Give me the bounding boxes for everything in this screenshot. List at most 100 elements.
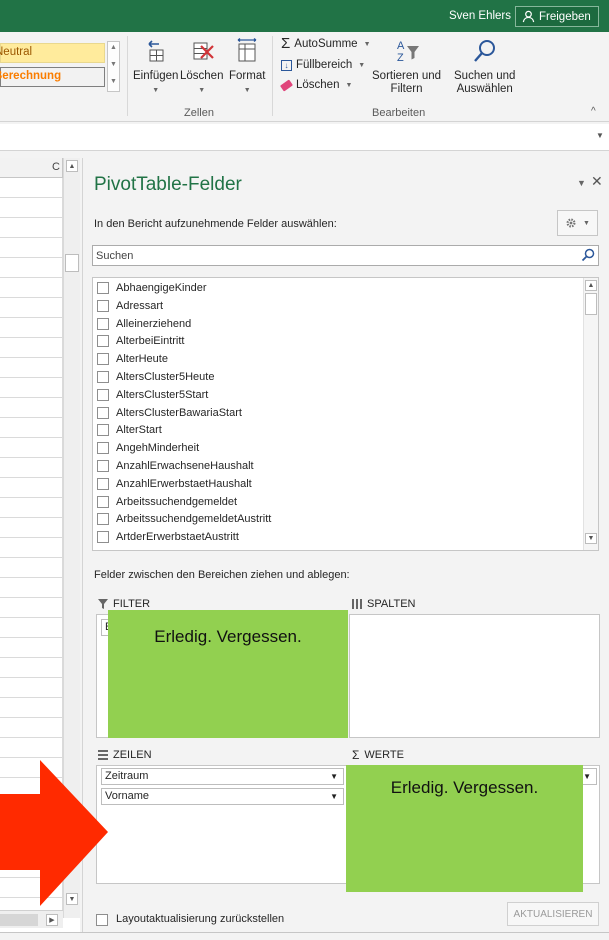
field-list-item[interactable]: AlterHeute <box>97 350 168 368</box>
cell-style-calculation[interactable]: Berechnung <box>0 67 105 87</box>
field-search-box[interactable] <box>92 245 599 266</box>
field-checkbox[interactable] <box>97 353 109 366</box>
rows-area-label: ZEILEN <box>113 749 152 761</box>
field-checkbox[interactable] <box>97 282 109 294</box>
insert-cells-button[interactable]: Einfügen ▼ <box>133 38 178 94</box>
field-list-item[interactable]: AnzahlErwachseneHaushalt <box>97 457 254 475</box>
sort-filter-button[interactable]: AZ Sortieren und Filtern <box>372 38 441 95</box>
delete-cells-button[interactable]: Löschen ▼ <box>180 38 223 94</box>
more-icon[interactable]: ▼ <box>110 78 117 85</box>
field-list-item[interactable]: AlterbeiEintritt <box>97 332 184 350</box>
field-label: AlterHeute <box>116 353 168 366</box>
field-checkbox[interactable] <box>97 442 109 455</box>
close-icon[interactable]: ✕ <box>591 173 603 190</box>
values-area-label: WERTE <box>364 749 404 761</box>
format-cells-label: Format <box>229 70 266 82</box>
field-checkbox[interactable] <box>97 460 109 472</box>
field-list-item[interactable]: AnzahlErwerbstaetHaushalt <box>97 475 252 493</box>
chevron-down-icon[interactable]: ▼ <box>577 178 586 188</box>
chevron-up-icon[interactable]: ▲ <box>110 44 117 51</box>
user-name[interactable]: Sven Ehlers <box>449 10 511 22</box>
field-list-item[interactable]: AltersClusterBawariaStart <box>97 404 242 422</box>
delete-cells-icon <box>193 42 214 60</box>
field-label: AnzahlErwachseneHaushalt <box>116 460 254 472</box>
format-cells-button[interactable]: Format ▼ <box>229 38 265 94</box>
field-list-item[interactable]: ArtderErwerbstaetAustritt <box>97 528 239 546</box>
rows-drop-area[interactable]: Zeitraum ▼ Vorname ▼ <box>96 765 347 884</box>
field-list-item[interactable]: ArbeitssuchendgemeldetAustritt <box>97 510 271 528</box>
tools-button[interactable]: ▼ <box>557 210 598 236</box>
cell-styles-scroller[interactable]: ▲ ▼ ▼ <box>107 41 120 92</box>
autosum-icon: Σ <box>281 35 291 52</box>
field-checkbox[interactable] <box>97 495 109 508</box>
field-list-item[interactable]: Alleinerziehend <box>97 315 191 333</box>
scrollbar-thumb[interactable] <box>585 293 597 315</box>
field-checkbox[interactable] <box>97 299 109 312</box>
field-list-item[interactable]: AltersCluster5Heute <box>97 368 214 386</box>
eraser-icon <box>279 78 294 92</box>
field-label: AnzahlErwerbstaetHaushalt <box>116 477 252 490</box>
find-select-label-1: Suchen und <box>454 70 516 82</box>
sort-filter-icon: AZ <box>397 40 419 64</box>
chevron-down-icon[interactable]: ▼ <box>330 792 338 801</box>
chevron-down-icon[interactable]: ▼ <box>596 131 604 140</box>
columns-drop-area[interactable] <box>349 614 600 738</box>
chevron-up-icon[interactable]: ^ <box>591 106 596 117</box>
autosum-button[interactable]: Σ AutoSumme ▼ <box>281 35 371 52</box>
find-select-button[interactable]: Suchen und Auswählen <box>454 38 515 95</box>
field-label: AltersCluster5Start <box>116 388 209 401</box>
scrollbar-thumb[interactable] <box>65 254 79 272</box>
fill-label: Füllbereich <box>296 59 353 71</box>
chevron-down-icon[interactable]: ▼ <box>585 533 597 544</box>
field-checkbox[interactable] <box>97 477 109 490</box>
field-label: Adressart <box>116 299 164 312</box>
field-checkbox[interactable] <box>97 513 109 526</box>
chevron-down-icon[interactable]: ▼ <box>110 61 117 68</box>
rows-field-vorname[interactable]: Vorname ▼ <box>101 788 344 805</box>
gear-icon <box>566 218 576 228</box>
chevron-up-icon[interactable]: ▲ <box>585 280 597 291</box>
field-list-item[interactable]: AngehMinderheit <box>97 439 199 457</box>
columns-area-label: SPALTEN <box>367 598 416 610</box>
field-list-item[interactable]: AltersCluster5Start <box>97 386 208 404</box>
search-icon <box>473 40 495 62</box>
chevron-down-icon[interactable]: ▼ <box>330 772 338 781</box>
clear-button[interactable]: Löschen ▼ <box>279 78 352 92</box>
field-list-item[interactable]: AbhaengigeKinder <box>97 279 207 297</box>
field-label: AngehMinderheit <box>116 442 200 455</box>
field-list-item[interactable]: Arbeitssuchendgemeldet <box>97 493 237 511</box>
field-list-item[interactable]: AlterStart <box>97 421 162 439</box>
field-checkbox[interactable] <box>97 406 109 419</box>
field-list-item[interactable]: Adressart <box>97 297 163 315</box>
update-button[interactable]: AKTUALISIEREN <box>507 902 599 926</box>
choose-fields-label: In den Bericht aufzunehmende Felder ausw… <box>94 218 337 230</box>
chevron-down-icon: ▼ <box>583 219 590 227</box>
chevron-down-icon: ▼ <box>198 87 206 94</box>
cell-style-neutral[interactable]: Neutral <box>0 43 105 63</box>
sigma-icon: Σ <box>352 748 360 762</box>
annotation-note-filter: Erledig. Vergessen. <box>108 610 348 738</box>
field-checkbox[interactable] <box>97 424 109 437</box>
field-list-scrollbar[interactable]: ▲ ▼ <box>583 278 598 550</box>
chevron-up-icon[interactable]: ▲ <box>66 160 78 172</box>
field-list[interactable]: AbhaengigeKinder Adressart Alleinerziehend… <box>92 277 599 551</box>
field-checkbox[interactable] <box>97 371 109 383</box>
share-button[interactable]: Freigeben <box>515 6 599 27</box>
field-checkbox[interactable] <box>97 388 109 401</box>
rows-icon <box>98 750 108 760</box>
field-checkbox[interactable] <box>97 335 109 348</box>
fill-button[interactable]: ↓ Füllbereich ▼ <box>281 59 365 71</box>
field-checkbox[interactable] <box>97 317 109 330</box>
autosum-label: AutoSumme <box>294 38 358 50</box>
column-header[interactable]: C <box>0 158 63 178</box>
search-input[interactable] <box>93 246 573 265</box>
formula-bar[interactable]: ▼ <box>0 124 609 151</box>
share-label: Freigeben <box>539 10 591 23</box>
field-label: Alleinerziehend <box>116 317 192 330</box>
field-checkbox[interactable] <box>97 531 109 544</box>
insert-cells-label: Einfügen <box>133 70 179 82</box>
sort-filter-label-2: Filtern <box>390 83 423 95</box>
rows-field-zeitraum[interactable]: Zeitraum ▼ <box>101 768 344 785</box>
search-icon[interactable] <box>581 248 595 262</box>
chevron-down-icon[interactable]: ▼ <box>583 772 591 781</box>
